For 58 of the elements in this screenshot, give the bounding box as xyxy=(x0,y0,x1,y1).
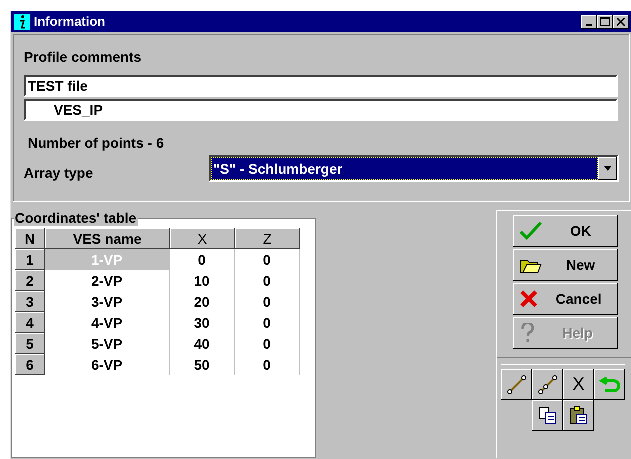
line-points-icon xyxy=(536,374,559,396)
window-title: Information xyxy=(34,14,106,29)
table-cell: 0 xyxy=(235,249,300,270)
delete-tool-button[interactable]: X xyxy=(563,369,594,400)
table-cell: 40 xyxy=(170,333,235,354)
question-mark-icon xyxy=(520,323,536,343)
points-count-label: Number of points - 6 xyxy=(28,135,164,151)
table-cell: 50 xyxy=(170,354,235,375)
table-cell: 0 xyxy=(235,354,300,375)
array-type-label: Array type xyxy=(24,164,94,180)
profile-comments-label: Profile comments xyxy=(24,49,142,65)
table-cell[interactable]: 2-VP xyxy=(45,270,170,291)
table-cell[interactable]: 5-VP xyxy=(45,333,170,354)
comment-field[interactable]: TEST file xyxy=(24,75,618,97)
table-cell: 0 xyxy=(235,312,300,333)
new-button[interactable]: New xyxy=(513,249,618,281)
undo-tool-button[interactable] xyxy=(594,369,626,400)
row-header[interactable]: 1 xyxy=(15,249,45,270)
row-header[interactable]: 3 xyxy=(15,291,45,312)
close-icon xyxy=(617,18,625,26)
column-header[interactable]: X xyxy=(170,228,235,249)
row-header[interactable]: 4 xyxy=(15,312,45,333)
checkmark-icon xyxy=(520,222,542,240)
table-cell[interactable]: 3-VP xyxy=(45,291,170,312)
paste-icon xyxy=(568,406,589,426)
column-header[interactable]: Z xyxy=(235,228,300,249)
row-header[interactable]: 6 xyxy=(15,354,45,375)
line-icon xyxy=(506,374,528,396)
line-dots-tool-button[interactable] xyxy=(532,369,564,400)
maximize-button[interactable] xyxy=(597,14,613,28)
ok-button[interactable]: OK xyxy=(513,215,618,247)
table-cell: 20 xyxy=(170,291,235,312)
table-cell[interactable]: 6-VP xyxy=(45,354,170,375)
row-header[interactable]: 5 xyxy=(15,333,45,354)
cancel-button[interactable]: Cancel xyxy=(513,283,618,315)
table-cell: 0 xyxy=(235,270,300,291)
paste-tool-button[interactable] xyxy=(563,400,594,431)
table-cell[interactable]: 4-VP xyxy=(45,312,170,333)
row-header[interactable]: 2 xyxy=(15,270,45,291)
array-type-dropdown[interactable]: "S" - Schlumberger xyxy=(209,155,619,182)
close-button[interactable] xyxy=(613,14,629,28)
minimize-icon xyxy=(586,24,592,26)
table-cell: 10 xyxy=(170,270,235,291)
line-tool-button[interactable] xyxy=(501,369,532,400)
table-cell: 0 xyxy=(170,249,235,270)
info-icon xyxy=(14,14,30,30)
column-header[interactable]: N xyxy=(15,228,45,249)
minimize-button[interactable] xyxy=(581,14,597,28)
x-icon xyxy=(520,290,538,308)
copy-tool-button[interactable] xyxy=(532,400,564,431)
group-title: Coordinates' table xyxy=(14,210,138,226)
comment-field[interactable]: VES_IP xyxy=(24,99,618,121)
table-cell: 30 xyxy=(170,312,235,333)
maximize-icon xyxy=(600,17,610,26)
copy-icon xyxy=(538,406,558,426)
column-header[interactable]: VES name xyxy=(45,228,170,249)
table-cell: 0 xyxy=(235,291,300,312)
table-cell: 0 xyxy=(235,333,300,354)
